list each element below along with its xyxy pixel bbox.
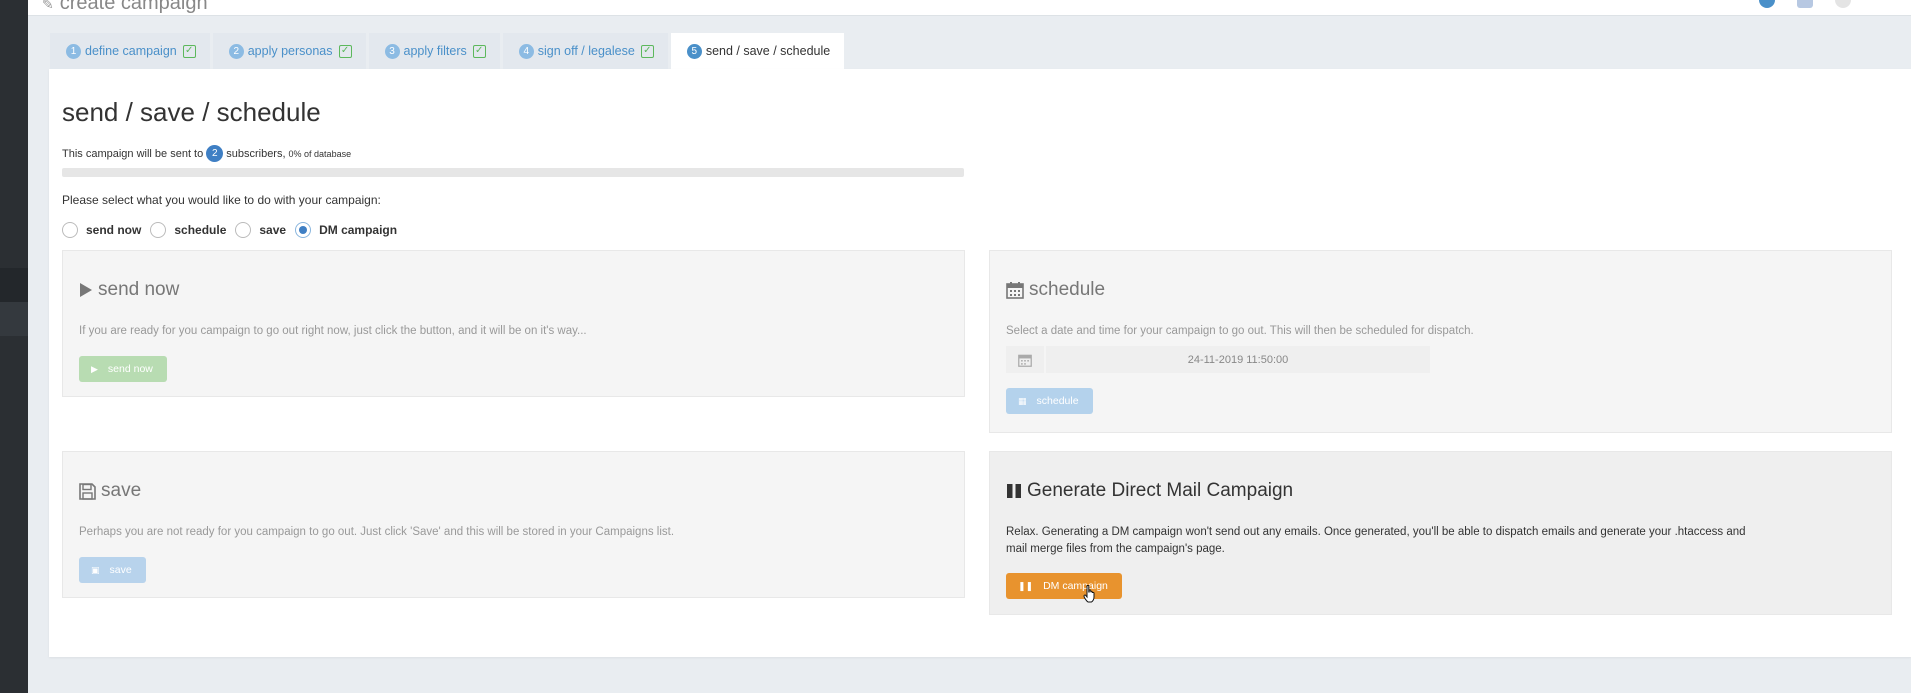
menu-icon[interactable] [1835,0,1851,8]
tab-send-save-schedule[interactable]: 5 send / save / schedule [670,33,845,69]
send-now-section: send now If you are ready for you campai… [62,250,965,397]
save-title: save [101,480,142,501]
send-now-heading: send now [79,279,179,301]
floppy-disk-icon [79,482,96,500]
save-button[interactable]: ▣ save [79,557,146,583]
left-sidebar [0,0,28,693]
step-number-badge: 4 [518,43,534,59]
button-label: save [109,564,132,576]
database-percentage: 0% of database [288,148,352,159]
step-number-badge: 5 [686,43,702,59]
check-icon: ✓ [472,44,486,58]
play-icon [79,282,93,298]
database-progress-bar [62,168,964,177]
sidebar-item[interactable] [0,268,28,302]
recipient-summary: This campaign will be sent to 2 subscrib… [62,145,351,162]
schedule-title: schedule [1029,279,1106,300]
send-now-description: If you are ready for you campaign to go … [79,325,587,337]
step-number-badge: 1 [66,43,81,59]
action-radio-group: send now schedule save DM campaign [62,222,406,238]
radio-label: save [259,223,287,237]
datetime-input[interactable] [1046,346,1430,373]
tab-apply-personas[interactable]: 2 apply personas ✓ [212,33,366,69]
calendar-icon[interactable] [1006,346,1044,373]
tab-label: send / save / schedule [705,44,831,58]
schedule-description: Select a date and time for your campaign… [1006,325,1474,337]
sidebar-item-active[interactable] [0,302,28,336]
radio-schedule[interactable]: schedule [150,222,226,238]
page-header: ✎ create campaign [42,0,208,15]
check-icon: ✓ [182,44,196,58]
radio-circle[interactable] [295,222,312,238]
summary-prefix: This campaign will be sent to [62,147,204,160]
check-icon: ✓ [640,44,654,58]
send-now-title: send now [98,279,180,300]
hand-cursor-icon [1083,584,1097,608]
tab-label: define campaign [85,44,177,58]
datetime-picker [1006,346,1430,373]
schedule-button[interactable]: ▦ schedule [1006,388,1093,414]
schedule-section: schedule Select a date and time for your… [989,250,1892,433]
dm-heading: Generate Direct Mail Campaign [1006,480,1293,502]
tab-apply-filters[interactable]: 3 apply filters ✓ [368,33,500,69]
send-now-button[interactable]: ▶ send now [79,356,167,382]
calendar-icon [1006,281,1024,299]
radio-label: send now [86,223,142,237]
wizard-tabs: 1 define campaign ✓ 2 apply personas ✓ 3… [50,33,847,69]
radio-circle[interactable] [62,222,78,238]
button-label: DM campaign [1043,580,1108,592]
user-icon[interactable] [1797,0,1813,8]
tab-label: apply filters [403,44,467,58]
page-title: send / save / schedule [62,97,321,127]
main-panel: send / save / schedule This campaign wil… [49,69,1911,657]
tab-sign-off-legalese[interactable]: 4 sign off / legalese ✓ [502,33,668,69]
pin-icon: ✎ [42,0,54,12]
dm-campaign-section: Generate Direct Mail Campaign Relax. Gen… [989,451,1892,615]
radio-circle[interactable] [150,222,167,238]
page-header-title: create campaign [59,0,208,14]
check-icon: ✓ [338,44,352,58]
pause-icon [1006,483,1022,499]
play-icon: ▶ [91,363,98,374]
calendar-icon: ▦ [1018,395,1027,406]
schedule-heading: schedule [1006,279,1105,301]
subscriber-count-badge: 2 [206,145,224,162]
summary-suffix: subscribers, [226,147,286,160]
save-heading: save [79,480,141,502]
tab-label: sign off / legalese [537,44,635,58]
top-bar-icons [1759,0,1851,8]
button-label: send now [107,363,153,375]
radio-label: schedule [174,223,227,237]
radio-save[interactable]: save [235,222,286,238]
top-bar: ✎ create campaign [28,0,1911,16]
floppy-disk-icon: ▣ [91,564,100,575]
radio-send-now[interactable]: send now [62,222,141,238]
dm-description: Relax. Generating a DM campaign won't se… [1006,526,1746,555]
dm-campaign-button[interactable]: ❚❚ DM campaign [1006,573,1122,599]
tab-label: apply personas [247,44,333,58]
radio-dm-campaign[interactable]: DM campaign [295,222,397,238]
help-icon[interactable] [1759,0,1775,8]
action-prompt: Please select what you would like to do … [62,193,381,207]
save-section: save Perhaps you are not ready for you c… [62,451,965,598]
save-description: Perhaps you are not ready for you campai… [79,526,675,538]
button-label: schedule [1036,395,1079,407]
step-number-badge: 2 [228,43,244,59]
pause-icon: ❚❚ [1018,580,1034,591]
tab-define-campaign[interactable]: 1 define campaign ✓ [50,33,210,69]
radio-label: DM campaign [319,223,398,237]
dm-title: Generate Direct Mail Campaign [1027,480,1294,501]
radio-circle[interactable] [235,222,252,238]
step-number-badge: 3 [384,43,400,59]
